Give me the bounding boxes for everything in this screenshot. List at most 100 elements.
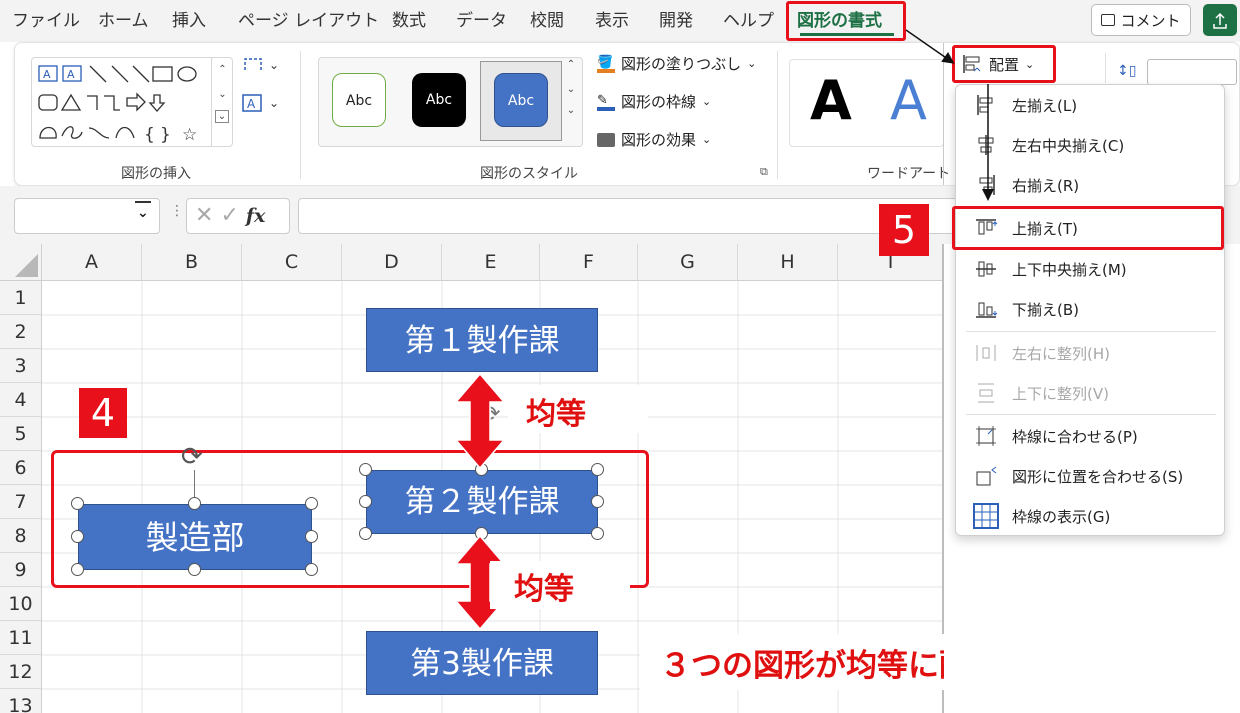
cancel-icon[interactable]: ✕ <box>195 203 213 228</box>
dialog-launcher-icon[interactable]: ⧉ <box>760 165 768 179</box>
resize-handle[interactable] <box>188 497 201 510</box>
shapes-gallery[interactable]: A A {} ☆ ⌃ ⌄ ⌄ <box>31 57 233 147</box>
shapes-scroll[interactable]: ⌃ ⌄ ⌄ <box>211 58 233 146</box>
row-header-3[interactable]: 3 <box>0 349 42 383</box>
worksheet: A B C D E F G H I 1 2 3 4 5 6 7 8 9 10 1… <box>0 244 944 713</box>
distribute-horizontal-icon <box>970 341 1002 365</box>
text-box-button[interactable]: A ⌄ <box>241 93 281 117</box>
style-outline-green[interactable]: Abc <box>332 73 386 127</box>
row-header-13[interactable]: 13 <box>0 689 42 713</box>
svg-text:A: A <box>43 68 51 81</box>
align-bottom-icon <box>970 297 1002 321</box>
menu-item-align-top[interactable]: 上揃え(T) <box>956 208 1224 248</box>
menu-item-distribute-horizontal[interactable]: 左右に整列(H) <box>956 333 1224 373</box>
shape-dept1[interactable]: 第１製作課 <box>366 308 598 372</box>
menu-item-align-middle[interactable]: 上下中央揃え(M) <box>956 249 1224 289</box>
name-box-dropdown-icon[interactable]: ⌄ <box>137 205 149 221</box>
row-header-12[interactable]: 12 <box>0 655 42 689</box>
menu-item-align-left[interactable]: 左揃え(L) <box>956 85 1224 125</box>
column-header-d[interactable]: D <box>342 244 442 281</box>
row-header-8[interactable]: 8 <box>0 519 42 553</box>
column-header-c[interactable]: C <box>242 244 342 281</box>
resize-handle[interactable] <box>71 563 84 576</box>
comment-button[interactable]: コメント <box>1091 4 1191 36</box>
style-blue-fill[interactable]: Abc <box>494 73 548 127</box>
tab-insert[interactable]: 挿入 <box>172 0 206 42</box>
menu-item-align-center[interactable]: 左右中央揃え(C) <box>956 125 1224 165</box>
svg-text:⌄: ⌄ <box>269 58 279 72</box>
shape-dept3[interactable]: 第3製作課 <box>366 631 598 695</box>
tab-help[interactable]: ヘルプ <box>723 0 774 42</box>
row-header-7[interactable]: 7 <box>0 485 42 519</box>
resize-handle[interactable] <box>591 463 604 476</box>
resize-handle[interactable] <box>305 563 318 576</box>
row-header-6[interactable]: 6 <box>0 451 42 485</box>
styles-scroll[interactable]: ⌃ ⌄ ⌄ <box>562 59 580 145</box>
row-header-1[interactable]: 1 <box>0 281 42 315</box>
shape-fill-button[interactable]: 🪣 図形の塗りつぶし ⌄ <box>597 53 756 74</box>
select-all-corner[interactable] <box>0 244 42 281</box>
column-header-b[interactable]: B <box>142 244 242 281</box>
shape-effects-button[interactable]: 図形の効果 ⌄ <box>597 129 711 150</box>
wordart-black-a[interactable]: A <box>810 71 852 131</box>
arrange-icon <box>963 55 981 73</box>
height-icon: ↕▯ <box>1117 63 1137 79</box>
tab-home[interactable]: ホーム <box>98 0 149 42</box>
column-header-f[interactable]: F <box>540 244 638 281</box>
row-header-5[interactable]: 5 <box>0 417 42 451</box>
snap-shape-icon <box>970 464 1002 488</box>
column-header-g[interactable]: G <box>638 244 738 281</box>
resize-handle[interactable] <box>359 527 372 540</box>
menu-item-snap-to-grid[interactable]: 枠線に合わせる(P) <box>956 416 1224 456</box>
resize-handle[interactable] <box>359 463 372 476</box>
shape-parent[interactable]: 製造部 <box>78 504 312 570</box>
resize-handle[interactable] <box>71 497 84 510</box>
wordart-blue-a[interactable]: A <box>890 71 927 131</box>
column-header-e[interactable]: E <box>442 244 540 281</box>
column-header-h[interactable]: H <box>738 244 838 281</box>
shape-dept2[interactable]: 第２製作課 <box>366 470 598 534</box>
row-header-4[interactable]: 4 <box>0 383 42 417</box>
shape-outline-button[interactable]: ✎ 図形の枠線 ⌄ <box>597 91 711 112</box>
style-black-fill[interactable]: Abc <box>412 73 466 127</box>
resize-handle[interactable] <box>305 497 318 510</box>
menu-item-view-gridlines[interactable]: 枠線の表示(G) <box>956 496 1224 536</box>
tab-review[interactable]: 校閲 <box>530 0 564 42</box>
share-button[interactable] <box>1203 4 1237 36</box>
menu-item-align-right[interactable]: 右揃え(R) <box>956 165 1224 205</box>
edit-shape-icon: ⌄ <box>244 58 279 72</box>
menu-item-align-bottom[interactable]: 下揃え(B) <box>956 289 1224 329</box>
row-header-9[interactable]: 9 <box>0 553 42 587</box>
enter-icon[interactable]: ✓ <box>220 203 238 228</box>
tab-formulas[interactable]: 数式 <box>392 0 426 42</box>
text-box-icon: A ⌄ <box>242 94 279 112</box>
comment-icon <box>1101 14 1116 26</box>
edit-shape-button[interactable]: ⌄ <box>241 55 281 79</box>
insert-function-icon[interactable]: fx <box>246 205 266 227</box>
resize-handle[interactable] <box>359 495 372 508</box>
row-header-11[interactable]: 11 <box>0 621 42 655</box>
column-header-a[interactable]: A <box>42 244 142 281</box>
resize-handle[interactable] <box>591 527 604 540</box>
resize-handle[interactable] <box>591 495 604 508</box>
row-header-10[interactable]: 10 <box>0 587 42 621</box>
resize-handle[interactable] <box>188 563 201 576</box>
tab-view[interactable]: 表示 <box>595 0 629 42</box>
resize-handle[interactable] <box>71 530 84 543</box>
menu-item-snap-to-shape[interactable]: 図形に位置を合わせる(S) <box>956 456 1224 496</box>
tab-developer[interactable]: 開発 <box>659 0 693 42</box>
height-input[interactable] <box>1147 59 1237 85</box>
rotate-icon[interactable]: ⟳ <box>181 442 203 472</box>
equal-label-bottom: 均等 <box>514 572 574 607</box>
tab-file[interactable]: ファイル <box>12 0 80 42</box>
name-box[interactable]: ⌄ <box>14 198 160 234</box>
share-icon <box>1213 12 1227 29</box>
formula-input[interactable] <box>298 198 958 234</box>
resize-handle[interactable] <box>305 530 318 543</box>
tab-page-layout[interactable]: ページ レイアウト <box>238 0 379 42</box>
arrange-button[interactable]: 配置 ⌄ <box>952 45 1056 83</box>
row-header-2[interactable]: 2 <box>0 315 42 349</box>
menu-item-distribute-vertical[interactable]: 上下に整列(V) <box>956 373 1224 413</box>
step-5-badge: 5 <box>879 204 929 256</box>
tab-data[interactable]: データ <box>456 0 507 42</box>
